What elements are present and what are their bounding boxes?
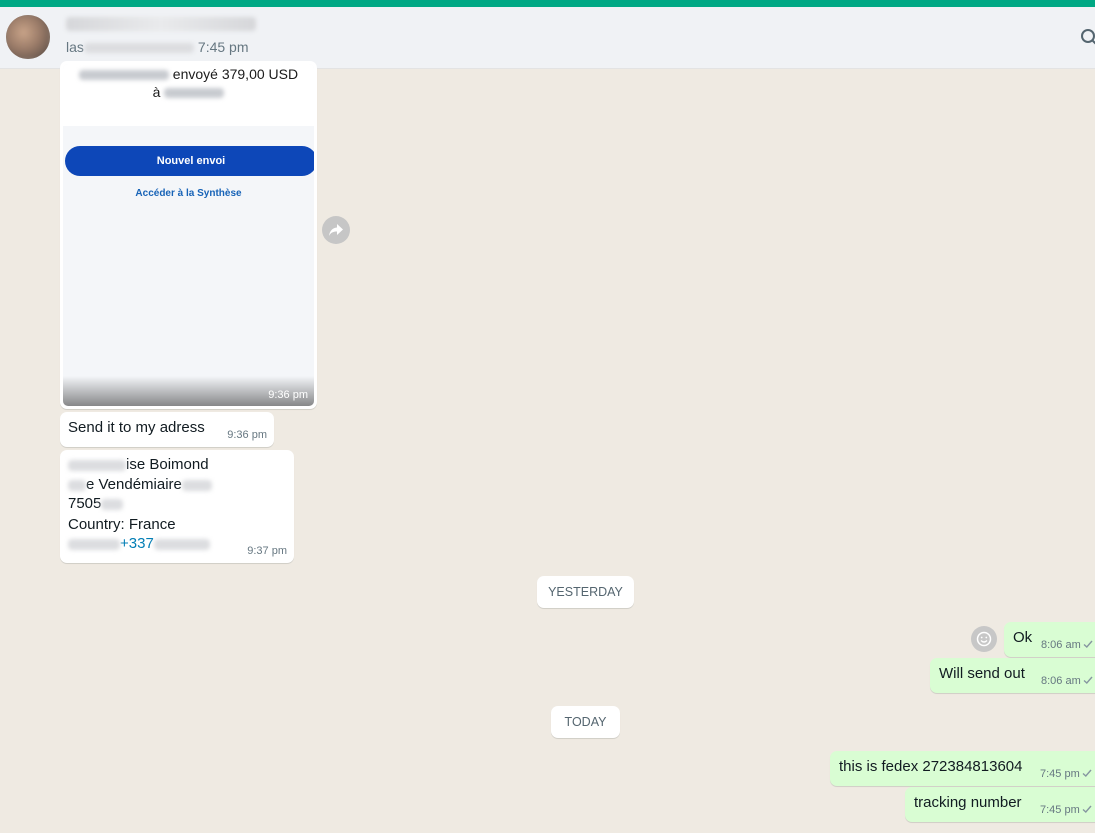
image-text-line-2: à xyxy=(63,84,314,100)
contact-name[interactable] xyxy=(66,17,256,36)
check-icon xyxy=(1082,805,1092,813)
address-phone[interactable]: +337 xyxy=(68,534,210,554)
message-time: 8:06 am xyxy=(1041,639,1093,651)
incoming-message[interactable]: Send it to my adress 9:36 pm xyxy=(60,412,274,447)
forward-button[interactable] xyxy=(322,216,350,244)
check-icon xyxy=(1083,676,1093,684)
message-text: this is fedex 272384813604 xyxy=(839,758,1023,775)
message-time: 9:36 pm xyxy=(227,429,267,441)
outgoing-message[interactable]: Ok 8:06 am xyxy=(1004,622,1095,657)
address-line-1: ise Boimond xyxy=(68,455,209,475)
message-text: tracking number xyxy=(914,794,1022,811)
outgoing-message[interactable]: tracking number 7:45 pm xyxy=(905,787,1095,822)
image-preview[interactable]: envoyé 379,00 USD à Nouvel envoi Accéder… xyxy=(63,64,314,406)
check-icon xyxy=(1083,640,1093,648)
message-time: 7:45 pm xyxy=(1040,804,1092,816)
chat-panel[interactable]: envoyé 379,00 USD à Nouvel envoi Accéder… xyxy=(0,61,1095,833)
address-line-2: e Vendémiaire xyxy=(68,475,212,495)
smiley-icon xyxy=(976,631,992,647)
message-time: 9:36 pm xyxy=(268,389,308,401)
message-time: 8:06 am xyxy=(1041,675,1093,687)
incoming-message[interactable]: ise Boimond e Vendémiaire 7505 Country: … xyxy=(60,450,294,563)
last-seen-status: las 7:45 pm xyxy=(66,39,249,55)
avatar[interactable] xyxy=(6,15,50,59)
message-text: Will send out xyxy=(939,665,1025,682)
address-line-3: 7505 xyxy=(68,494,124,514)
address-country: Country: France xyxy=(68,516,176,533)
image-text-line-1: envoyé 379,00 USD xyxy=(63,66,314,82)
search-icon[interactable] xyxy=(1079,27,1095,47)
forward-icon xyxy=(329,224,343,236)
message-time: 9:37 pm xyxy=(247,545,287,557)
date-separator-today: TODAY xyxy=(551,706,620,738)
top-accent-bar xyxy=(0,0,1095,7)
chat-header[interactable]: las 7:45 pm xyxy=(0,7,1095,69)
reaction-button[interactable] xyxy=(971,626,997,652)
message-time: 7:45 pm xyxy=(1040,768,1092,780)
date-separator-yesterday: YESTERDAY xyxy=(537,576,634,608)
image-message[interactable]: envoyé 379,00 USD à Nouvel envoi Accéder… xyxy=(60,61,317,409)
message-text: Send it to my adress xyxy=(68,419,205,436)
synthese-link: Accéder à la Synthèse xyxy=(135,188,242,199)
nouvel-envoi-button: Nouvel envoi xyxy=(65,146,314,176)
check-icon xyxy=(1082,769,1092,777)
message-text: Ok xyxy=(1013,629,1033,646)
outgoing-message[interactable]: Will send out 8:06 am xyxy=(930,658,1095,693)
outgoing-message[interactable]: this is fedex 272384813604 7:45 pm xyxy=(830,751,1095,786)
